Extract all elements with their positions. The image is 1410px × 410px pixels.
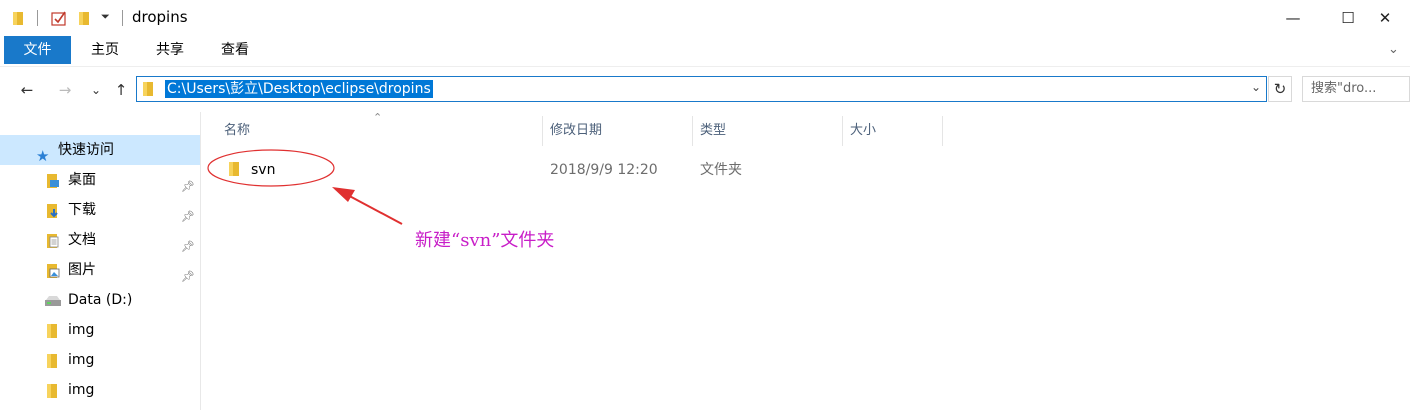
nav-item-img[interactable]: img [0, 315, 200, 345]
nav-label: 桌面 [68, 172, 96, 188]
back-button[interactable]: ← [16, 80, 38, 100]
file-modified: 2018/9/9 12:20 [550, 162, 658, 178]
window-title: dropins [132, 8, 188, 26]
column-divider[interactable] [942, 116, 943, 146]
tab-home[interactable]: 主页 [78, 36, 132, 64]
column-header-type[interactable]: 类型 [700, 116, 726, 146]
new-folder-icon[interactable] [78, 10, 92, 26]
nav-label: img [68, 382, 95, 398]
annotation-text: 新建“svn”文件夹 [415, 230, 555, 251]
address-path[interactable]: C:\Users\彭立\Desktop\eclipse\dropins [165, 80, 433, 98]
nav-label: img [68, 322, 95, 338]
desktop-folder-icon [47, 174, 59, 188]
title-divider [122, 10, 123, 26]
nav-item-img[interactable]: img [0, 345, 200, 375]
annotation-ellipse [207, 149, 335, 187]
column-header-size[interactable]: 大小 [850, 116, 876, 146]
documents-folder-icon [47, 234, 59, 248]
file-type: 文件夹 [700, 162, 742, 178]
recent-locations-button[interactable]: ⌄ [85, 80, 107, 100]
minimize-button[interactable]: — [1270, 0, 1316, 36]
nav-label: 下载 [68, 202, 96, 218]
properties-icon[interactable] [51, 10, 67, 26]
title-divider [37, 10, 38, 26]
column-header-modified[interactable]: 修改日期 [550, 116, 602, 146]
folder-icon [47, 324, 57, 338]
nav-item-data-drive[interactable]: Data (D:) [0, 285, 200, 315]
close-button[interactable]: ✕ [1362, 0, 1408, 36]
nav-item-documents[interactable]: 文档 📌︎ [0, 225, 200, 255]
forward-button[interactable]: → [54, 80, 76, 100]
title-bar [0, 0, 1410, 36]
nav-item-downloads[interactable]: 下载 📌︎ [0, 195, 200, 225]
annotation-overlay [207, 149, 403, 225]
folder-icon [13, 12, 23, 25]
downloads-folder-icon [47, 204, 58, 218]
customize-qat-chevron-icon[interactable]: ⏷ [101, 10, 110, 24]
pictures-folder-icon [47, 264, 60, 278]
sort-ascending-icon: ⌃ [373, 111, 383, 124]
nav-quick-access[interactable]: ★ 快速访问 [0, 135, 200, 165]
folder-icon [47, 354, 57, 368]
folder-icon [47, 384, 57, 398]
expand-ribbon-chevron-icon[interactable]: ⌄ [1388, 42, 1399, 57]
address-dropdown-chevron-icon[interactable]: ⌄ [1251, 80, 1261, 94]
nav-label: Data (D:) [68, 292, 133, 308]
nav-item-img[interactable]: img [0, 375, 200, 405]
tab-share[interactable]: 共享 [143, 36, 197, 64]
column-divider[interactable] [692, 116, 693, 146]
tab-file[interactable]: 文件 [4, 36, 71, 64]
nav-item-desktop[interactable]: 桌面 📌︎ [0, 165, 200, 195]
nav-label: 图片 [68, 262, 96, 278]
nav-label: img [68, 352, 95, 368]
folder-icon [143, 82, 153, 96]
refresh-button[interactable]: ↻ [1268, 76, 1292, 102]
search-input[interactable]: 搜索"dro... [1302, 76, 1410, 102]
column-divider[interactable] [842, 116, 843, 146]
nav-label: 快速访问 [58, 142, 114, 158]
nav-item-pictures[interactable]: 图片 📌︎ [0, 255, 200, 285]
up-button[interactable]: ↑ [110, 80, 132, 100]
tab-view[interactable]: 查看 [208, 36, 262, 64]
nav-label: 文档 [68, 232, 96, 248]
drive-icon [45, 296, 61, 306]
column-divider[interactable] [542, 116, 543, 146]
annotation-arrowhead [332, 187, 355, 202]
